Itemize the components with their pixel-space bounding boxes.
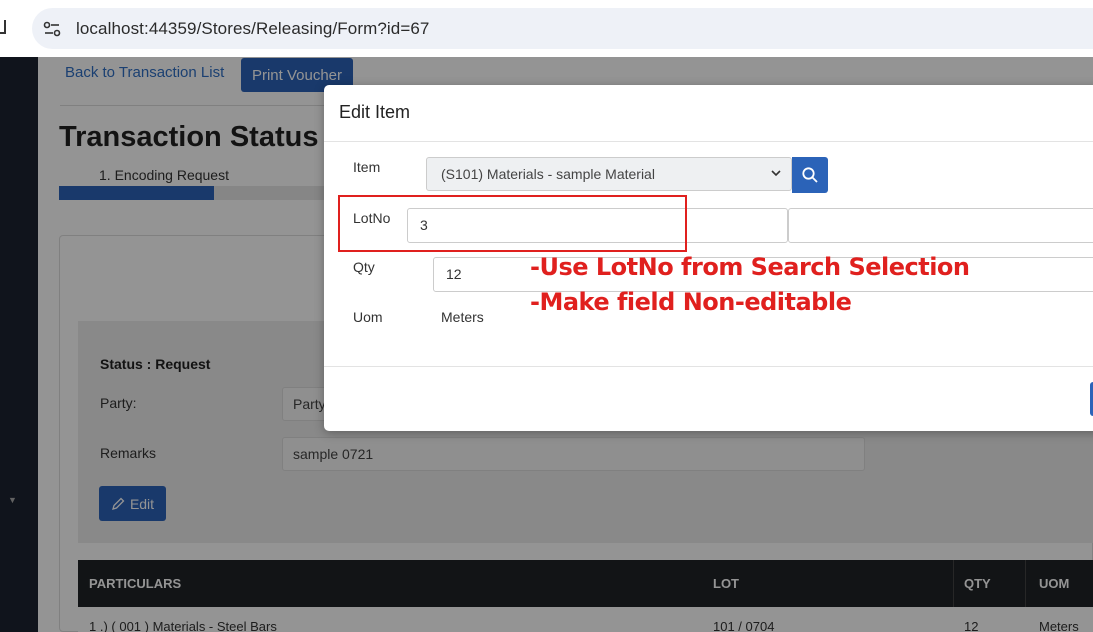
divider (324, 141, 1093, 142)
annotation-line-2: -Make field Non-editable (530, 288, 852, 316)
annotation-line-1: -Use LotNo from Search Selection (530, 253, 970, 281)
item-select-value: (S101) Materials - sample Material (441, 166, 655, 182)
divider (324, 366, 1093, 367)
chevron-down-icon (771, 170, 781, 177)
modal-title: Edit Item (339, 102, 411, 122)
home-icon[interactable] (0, 20, 6, 34)
search-button[interactable] (792, 157, 828, 193)
browser-toolbar: localhost:44359/Stores/Releasing/Form?id… (0, 0, 1093, 57)
qty-label: Qty (353, 259, 375, 275)
highlight-box (338, 195, 687, 252)
url-text[interactable]: localhost:44359/Stores/Releasing/Form?id… (76, 19, 429, 39)
uom-label: Uom (353, 309, 383, 325)
address-bar[interactable]: localhost:44359/Stores/Releasing/Form?id… (32, 8, 1093, 49)
item-label: Item (353, 159, 381, 175)
site-settings-icon[interactable] (42, 19, 62, 39)
item-select[interactable]: (S101) Materials - sample Material (426, 157, 792, 191)
search-icon (802, 167, 818, 183)
uom-value: Meters (441, 309, 484, 325)
lotno-secondary-input[interactable] (788, 208, 1093, 243)
